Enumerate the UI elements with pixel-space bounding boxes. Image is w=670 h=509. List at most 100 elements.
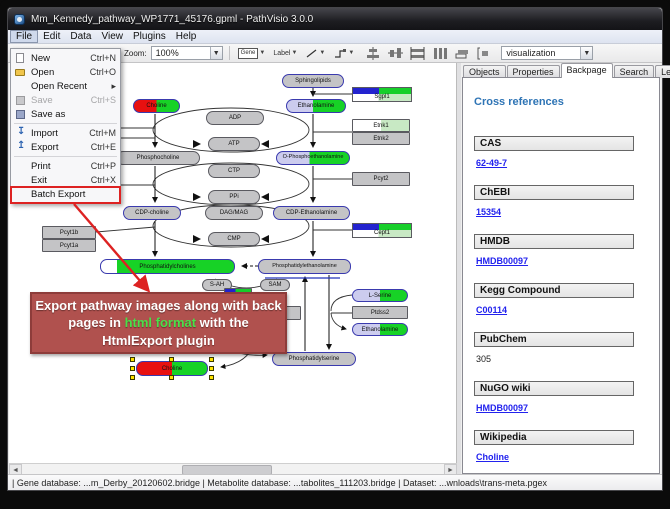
crossref-source: Wikipedia xyxy=(474,430,634,445)
elbow-connector-icon xyxy=(333,48,347,59)
file-menu: NewCtrl+N OpenCtrl+O Open Recent▸ SaveCt… xyxy=(10,48,121,204)
node-ppi[interactable]: PPi xyxy=(208,190,260,204)
node-etnk1[interactable]: Etnk1 xyxy=(352,119,410,132)
crossref-section: Wikipedia Choline xyxy=(474,430,651,465)
selection-handle[interactable] xyxy=(130,375,135,380)
node-ctp[interactable]: CTP xyxy=(208,164,260,178)
crossref-link[interactable]: 62-49-7 xyxy=(476,158,507,168)
node-choline-selected[interactable]: Choline xyxy=(136,361,208,376)
node-o-phosphoethanolamine[interactable]: O-Phosphoethanolamine xyxy=(276,151,350,165)
selection-handle[interactable] xyxy=(130,366,135,371)
selection-handle[interactable] xyxy=(209,357,214,362)
node-phosphatidylcholines[interactable]: Phosphatidylcholines xyxy=(100,259,235,274)
window-title: Mm_Kennedy_pathway_WP1771_45176.gpml - P… xyxy=(31,14,313,25)
label-tool-icon: Label xyxy=(273,50,290,57)
node-pcyt1a[interactable]: Pcyt1a xyxy=(42,239,96,252)
connector-tool-button[interactable]: ▼ xyxy=(331,46,356,61)
crossref-source: HMDB xyxy=(474,234,634,249)
node-ethanolamine[interactable]: Ethanolamine xyxy=(286,99,346,113)
chevron-down-icon[interactable]: ▼ xyxy=(259,50,265,56)
menu-item-new[interactable]: NewCtrl+N xyxy=(11,51,120,65)
crossref-link[interactable]: 15354 xyxy=(476,207,501,217)
annotation-callout: Export pathway images along with back pa… xyxy=(30,292,287,354)
chevron-down-icon[interactable]: ▼ xyxy=(319,50,325,56)
crossref-link[interactable]: C00114 xyxy=(476,305,507,315)
node-phosphatidylethanolamine[interactable]: Phosphatidylethanolamine xyxy=(258,259,351,274)
menu-item-open-recent[interactable]: Open Recent▸ xyxy=(11,79,120,93)
align-middle-icon[interactable] xyxy=(388,47,403,60)
crossref-section: ChEBI 15354 xyxy=(474,185,651,220)
chevron-down-icon[interactable]: ▼ xyxy=(210,47,222,59)
node-adp[interactable]: ADP xyxy=(206,111,264,125)
node-l-serine[interactable]: L-Serine xyxy=(352,289,408,302)
node-atp[interactable]: ATP xyxy=(208,137,260,151)
group-icon[interactable] xyxy=(476,47,491,60)
menu-item-import[interactable]: ImportCtrl+M xyxy=(11,126,120,140)
menu-item-export[interactable]: ExportCtrl+E xyxy=(11,140,120,154)
node-sgpl1[interactable]: Sgpl1 xyxy=(352,87,412,102)
node-ptdss2[interactable]: Ptdss2 xyxy=(352,306,408,319)
node-cdp-choline[interactable]: CDP-choline xyxy=(123,206,181,220)
menu-item-open[interactable]: OpenCtrl+O xyxy=(11,65,120,79)
crossref-section: PubChem 305 xyxy=(474,332,651,367)
zoom-combobox[interactable]: 100% ▼ xyxy=(151,46,223,60)
import-icon xyxy=(14,128,27,139)
gene-tool-button[interactable]: Gene ▼ xyxy=(236,46,268,61)
selection-handle[interactable] xyxy=(169,375,174,380)
node-cept1[interactable]: Cept1 xyxy=(352,223,412,238)
alignment-tools xyxy=(366,47,491,60)
node-gene-partial[interactable] xyxy=(285,306,301,320)
node-choline[interactable]: Choline xyxy=(133,99,180,113)
menu-item-batch-export[interactable]: Batch Export xyxy=(11,187,120,201)
node-ethanolamine-bottom[interactable]: Ethanolamine xyxy=(352,323,408,336)
node-sphingolipids[interactable]: Sphingolipids xyxy=(282,74,344,88)
menu-data[interactable]: Data xyxy=(65,30,96,43)
menu-item-exit[interactable]: ExitCtrl+X xyxy=(11,173,120,187)
distribute-horizontal-icon[interactable] xyxy=(410,47,425,60)
node-cmp[interactable]: CMP xyxy=(208,232,260,246)
node-phosphocholine[interactable]: Phosphocholine xyxy=(116,151,200,165)
menu-plugins[interactable]: Plugins xyxy=(128,30,171,43)
node-phosphatidylserine[interactable]: Phosphatidylserine xyxy=(272,352,356,366)
menu-help[interactable]: Help xyxy=(171,30,202,43)
menu-file[interactable]: File xyxy=(10,30,38,43)
label-tool-button[interactable]: Label ▼ xyxy=(271,46,299,61)
crossref-link[interactable]: HMDB00097 xyxy=(476,256,528,266)
crossrefs-heading: Cross references xyxy=(474,96,651,108)
selection-handle[interactable] xyxy=(169,357,174,362)
chevron-down-icon[interactable]: ▼ xyxy=(291,50,297,56)
crossref-source: CAS xyxy=(474,136,634,151)
node-sam[interactable]: SAM xyxy=(260,279,290,291)
node-pcyt2[interactable]: Pcyt2 xyxy=(352,172,410,186)
crossref-link[interactable]: Choline xyxy=(476,452,509,462)
node-etnk2[interactable]: Etnk2 xyxy=(352,132,410,145)
crossref-source: NuGO wiki xyxy=(474,381,634,396)
line-icon xyxy=(305,48,318,59)
expression-stripe xyxy=(353,224,411,230)
selection-handle[interactable] xyxy=(209,366,214,371)
node-cdp-ethanolamine[interactable]: CDP-Ethanolamine xyxy=(273,206,350,220)
menu-view[interactable]: View xyxy=(96,30,128,43)
selection-handle[interactable] xyxy=(130,357,135,362)
selection-handle[interactable] xyxy=(209,375,214,380)
open-folder-icon xyxy=(14,67,27,78)
tab-backpage[interactable]: Backpage xyxy=(561,63,613,78)
chevron-down-icon[interactable]: ▼ xyxy=(348,50,354,56)
align-center-icon[interactable] xyxy=(366,47,381,60)
node-pcyt1b[interactable]: Pcyt1b xyxy=(42,226,96,239)
new-file-icon xyxy=(14,53,27,64)
line-tool-button[interactable]: ▼ xyxy=(303,46,327,61)
menu-item-print[interactable]: PrintCtrl+P xyxy=(11,159,120,173)
node-dag-mag[interactable]: DAG/MAG xyxy=(205,206,263,220)
backpage-panel: Cross references CAS 62-49-7 ChEBI 15354… xyxy=(462,77,660,474)
distribute-vertical-icon[interactable] xyxy=(432,47,447,60)
menu-item-save-as[interactable]: Save as xyxy=(11,107,120,121)
stack-icon[interactable] xyxy=(454,47,469,60)
menu-edit[interactable]: Edit xyxy=(38,30,65,43)
crossref-source: ChEBI xyxy=(474,185,634,200)
annotation-highlight: html format xyxy=(125,315,197,330)
annotation-line1: Export pathway images along with back xyxy=(35,297,281,315)
crossref-link[interactable]: HMDB00097 xyxy=(476,403,528,413)
chevron-down-icon[interactable]: ▼ xyxy=(580,47,592,59)
visualization-combobox[interactable]: visualization ▼ xyxy=(501,46,593,60)
